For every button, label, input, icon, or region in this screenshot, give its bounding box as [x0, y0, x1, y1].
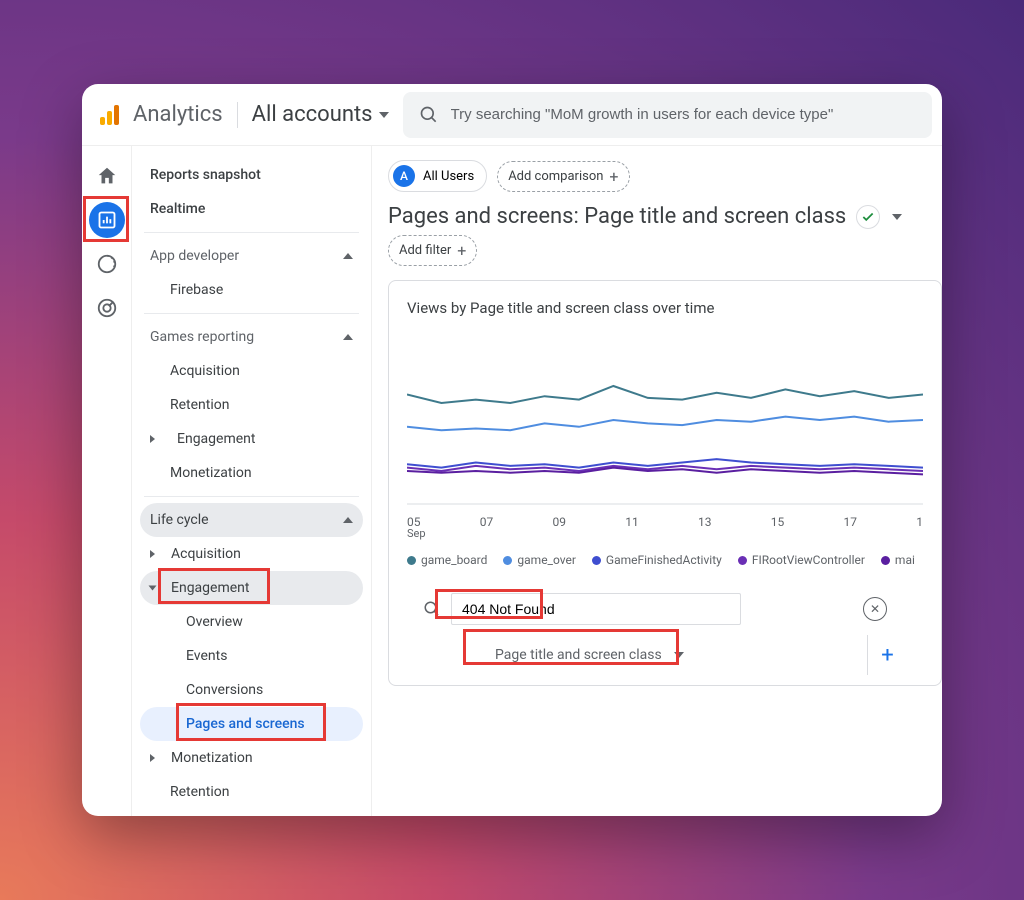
chevron-up-icon [343, 334, 353, 340]
dimension-selector[interactable]: Page title and screen class [483, 639, 696, 671]
nav-rail [82, 146, 132, 816]
sidebar-section-app-developer[interactable]: App developer [140, 239, 363, 273]
sidebar-section-lifecycle[interactable]: Life cycle [140, 503, 363, 537]
chevron-up-icon [343, 253, 353, 259]
search-icon [419, 105, 439, 125]
sidebar-engagement-conversions[interactable]: Conversions [140, 673, 363, 707]
brand-label: Analytics [133, 102, 223, 127]
sidebar-firebase[interactable]: Firebase [140, 273, 363, 307]
sidebar-games-monetization[interactable]: Monetization [140, 456, 363, 490]
title-row: Pages and screens: Page title and screen… [372, 192, 942, 235]
search-icon [423, 600, 441, 618]
sidebar-engagement-events[interactable]: Events [140, 639, 363, 673]
chart-legend: game_boardgame_overGameFinishedActivityF… [407, 545, 923, 579]
chevron-down-icon[interactable] [892, 214, 902, 220]
app-header: Analytics All accounts [82, 84, 942, 146]
triangle-right-icon [150, 754, 155, 762]
clear-search-button[interactable]: ✕ [863, 597, 887, 621]
plus-icon: + [457, 241, 466, 260]
sidebar-life-retention[interactable]: Retention [140, 775, 363, 809]
body: Reports snapshot Realtime App developer … [82, 146, 942, 816]
page-title: Pages and screens: Page title and screen… [388, 204, 846, 229]
chart-x-axis: 050709111315171 [407, 509, 923, 529]
status-ok-icon[interactable] [856, 205, 880, 229]
sidebar-realtime[interactable]: Realtime [140, 192, 363, 226]
chart-title: Views by Page title and screen class ove… [407, 299, 923, 317]
comparison-row: A All Users Add comparison + [372, 146, 942, 192]
app-window: Analytics All accounts [82, 84, 942, 816]
reports-sidebar: Reports snapshot Realtime App developer … [132, 146, 372, 816]
chevron-down-icon [674, 652, 684, 658]
sidebar-life-engagement[interactable]: Engagement [140, 571, 363, 605]
section-label: Life cycle [150, 512, 209, 528]
sidebar-reports-snapshot[interactable]: Reports snapshot [140, 158, 363, 192]
segment-chip-all-users[interactable]: A All Users [388, 160, 487, 192]
account-label: All accounts [252, 102, 373, 127]
sidebar-life-monetization[interactable]: Monetization [140, 741, 363, 775]
nav-explore[interactable] [89, 246, 125, 282]
triangle-right-icon [150, 435, 155, 443]
account-selector[interactable]: All accounts [252, 102, 389, 127]
button-label: Add filter [399, 243, 451, 258]
dimension-label: Page title and screen class [495, 647, 662, 663]
sidebar-games-retention[interactable]: Retention [140, 388, 363, 422]
item-label: Engagement [177, 431, 255, 447]
search-bar[interactable] [403, 92, 932, 138]
sidebar-games-acquisition[interactable]: Acquisition [140, 354, 363, 388]
plus-icon: + [609, 167, 618, 186]
item-label: Acquisition [171, 546, 241, 562]
chip-label: All Users [423, 169, 474, 184]
triangle-down-icon [149, 586, 157, 591]
analytics-logo-icon [100, 105, 119, 125]
button-label: Add comparison [508, 169, 603, 184]
divider [237, 102, 238, 128]
sidebar-engagement-overview[interactable]: Overview [140, 605, 363, 639]
avatar-icon: A [393, 165, 415, 187]
add-comparison-button[interactable]: Add comparison + [497, 161, 629, 192]
main-content: A All Users Add comparison + Pages and s… [372, 146, 942, 816]
item-label: Pages and screens [186, 716, 305, 732]
nav-reports[interactable] [89, 202, 125, 238]
triangle-right-icon [150, 550, 155, 558]
sidebar-games-engagement[interactable]: Engagement [140, 422, 363, 456]
sidebar-section-games[interactable]: Games reporting [140, 320, 363, 354]
add-dimension-button[interactable]: + [867, 635, 907, 675]
item-label: Monetization [171, 750, 253, 766]
nav-advertising[interactable] [89, 290, 125, 326]
table-search-input[interactable] [451, 593, 741, 625]
chevron-down-icon [379, 112, 389, 118]
section-label: App developer [150, 248, 239, 264]
chevron-up-icon [343, 517, 353, 523]
chart-card: Views by Page title and screen class ove… [388, 280, 942, 686]
section-label: Games reporting [150, 329, 254, 345]
table-search-row: ✕ [407, 579, 923, 625]
sidebar-life-acquisition[interactable]: Acquisition [140, 537, 363, 571]
nav-home[interactable] [89, 158, 125, 194]
add-filter-button[interactable]: Add filter + [388, 235, 477, 266]
line-chart: 050709111315171 Sep [407, 335, 923, 545]
search-input[interactable] [451, 106, 916, 123]
sidebar-engagement-pages-screens[interactable]: Pages and screens [140, 707, 363, 741]
item-label: Engagement [171, 580, 249, 596]
dimension-row: Page title and screen class + [407, 625, 923, 685]
